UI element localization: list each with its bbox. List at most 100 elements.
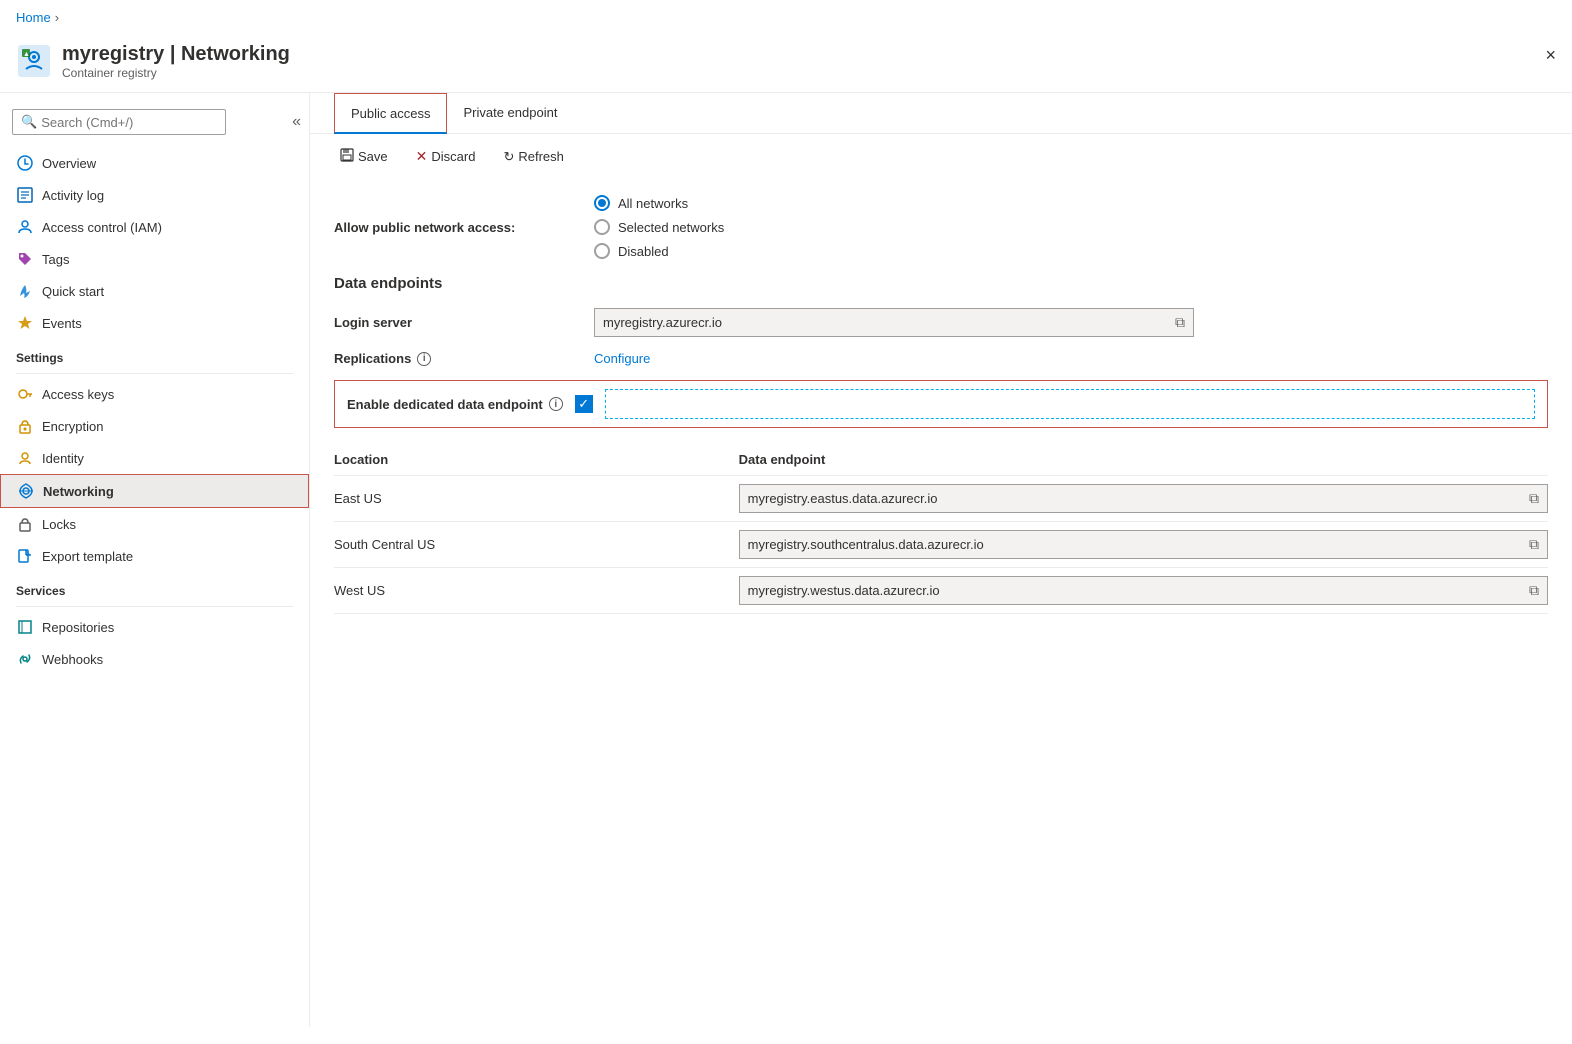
header-text: myregistry | Networking Container regist… [62,43,290,80]
endpoint-data: myregistry.westus.data.azurecr.io ⧉ [739,568,1548,614]
replications-label: Replications i [334,351,594,366]
access-keys-icon [16,385,34,403]
sidebar-item-access-keys[interactable]: Access keys [0,378,309,410]
page-header: ▲ myregistry | Networking Container regi… [0,35,1572,93]
repos-icon [16,618,34,636]
sidebar-item-tags[interactable]: Tags [0,243,309,275]
login-server-copy-icon[interactable]: ⧉ [1175,314,1185,331]
close-button[interactable]: × [1545,45,1556,66]
sidebar-label-encryption: Encryption [42,419,103,434]
col-location: Location [334,444,739,476]
login-server-row: Login server myregistry.azurecr.io ⧉ [334,308,1548,337]
locks-icon [16,515,34,533]
table-row: East US myregistry.eastus.data.azurecr.i… [334,476,1548,522]
sidebar-item-access-control[interactable]: Access control (IAM) [0,211,309,243]
copy-endpoint-icon[interactable]: ⧉ [1529,490,1539,507]
tab-public-access[interactable]: Public access [334,93,447,134]
iam-icon [16,218,34,236]
login-server-value: myregistry.azurecr.io [603,315,722,330]
sidebar-label-events: Events [42,316,82,331]
sidebar-item-encryption[interactable]: Encryption [0,410,309,442]
dedicated-endpoint-checkbox[interactable]: ✓ [575,395,593,413]
configure-link[interactable]: Configure [594,351,650,366]
replications-row: Replications i Configure [334,351,1548,366]
events-icon [16,314,34,332]
sidebar-label-tags: Tags [42,252,69,267]
sidebar-item-activity-log[interactable]: Activity log [0,179,309,211]
radio-selected-networks[interactable]: Selected networks [594,219,724,235]
endpoint-location: East US [334,476,739,522]
endpoint-data: myregistry.southcentralus.data.azurecr.i… [739,522,1548,568]
search-box[interactable]: 🔍 [12,109,226,135]
form-content: Allow public network access: All network… [310,179,1572,630]
encryption-icon [16,417,34,435]
toolbar: Save ✕ Discard ↻ Refresh [310,134,1572,179]
sidebar-label-quick-start: Quick start [42,284,104,299]
radio-selected-networks-label: Selected networks [618,220,724,235]
replications-info-icon[interactable]: i [417,352,431,366]
table-row: West US myregistry.westus.data.azurecr.i… [334,568,1548,614]
settings-section-label: Settings [0,339,309,369]
save-label: Save [358,149,388,164]
copy-endpoint-icon[interactable]: ⧉ [1529,536,1539,553]
breadcrumb-home[interactable]: Home [16,10,51,25]
save-button[interactable]: Save [334,144,394,169]
network-options: All networks Selected networks Disabled [594,195,724,259]
sidebar-label-export-template: Export template [42,549,133,564]
radio-selected-networks-circle [594,219,610,235]
identity-icon [16,449,34,467]
settings-divider [16,373,293,374]
main-content: Public access Private endpoint Save ✕ Di… [310,93,1572,1027]
sidebar-item-locks[interactable]: Locks [0,508,309,540]
sidebar-label-webhooks: Webhooks [42,652,103,667]
main-layout: 🔍 « Overview Activity log [0,93,1572,1027]
endpoint-text: myregistry.eastus.data.azurecr.io [748,491,938,506]
radio-disabled[interactable]: Disabled [594,243,724,259]
endpoint-value-box: myregistry.southcentralus.data.azurecr.i… [739,530,1548,559]
dedicated-endpoint-row: Enable dedicated data endpoint i ✓ [334,380,1548,428]
radio-disabled-circle [594,243,610,259]
login-server-input: myregistry.azurecr.io ⧉ [594,308,1194,337]
save-icon [340,148,354,165]
sidebar-label-access-keys: Access keys [42,387,114,402]
endpoint-location: West US [334,568,739,614]
tab-private-endpoint[interactable]: Private endpoint [447,93,573,134]
data-endpoints-title: Data endpoints [334,275,1548,292]
sidebar-item-networking[interactable]: Networking [0,474,309,508]
services-divider [16,606,293,607]
tab-bar: Public access Private endpoint [310,93,1572,134]
discard-label: Discard [431,149,475,164]
login-server-label: Login server [334,315,594,330]
refresh-button[interactable]: ↻ Refresh [497,145,569,169]
copy-endpoint-icon[interactable]: ⧉ [1529,582,1539,599]
dedicated-endpoint-info-icon[interactable]: i [549,397,563,411]
col-data-endpoint: Data endpoint [739,444,1548,476]
page-subtitle: Container registry [62,66,290,80]
sidebar: 🔍 « Overview Activity log [0,93,310,1027]
sidebar-item-identity[interactable]: Identity [0,442,309,474]
quickstart-icon [16,282,34,300]
sidebar-item-quick-start[interactable]: Quick start [0,275,309,307]
sidebar-item-webhooks[interactable]: Webhooks [0,643,309,675]
discard-icon: ✕ [416,148,428,165]
endpoint-text: myregistry.southcentralus.data.azurecr.i… [748,537,984,552]
registry-icon: ▲ [16,43,52,79]
dedicated-endpoint-dashed-area [605,389,1535,419]
tags-icon [16,250,34,268]
sidebar-item-events[interactable]: Events [0,307,309,339]
endpoint-value-box: myregistry.eastus.data.azurecr.io ⧉ [739,484,1548,513]
discard-button[interactable]: ✕ Discard [410,144,482,169]
sidebar-item-overview[interactable]: Overview [0,147,309,179]
page-title: myregistry | Networking [62,43,290,66]
collapse-button[interactable]: « [292,113,301,131]
network-access-row: Allow public network access: All network… [334,195,1548,259]
refresh-icon: ↻ [503,149,514,165]
breadcrumb: Home › [0,0,1572,35]
network-access-label: Allow public network access: [334,220,594,235]
sidebar-label-locks: Locks [42,517,76,532]
radio-all-networks[interactable]: All networks [594,195,724,211]
sidebar-item-repositories[interactable]: Repositories [0,611,309,643]
search-input[interactable] [41,115,217,130]
endpoint-text: myregistry.westus.data.azurecr.io [748,583,940,598]
sidebar-item-export-template[interactable]: Export template [0,540,309,572]
